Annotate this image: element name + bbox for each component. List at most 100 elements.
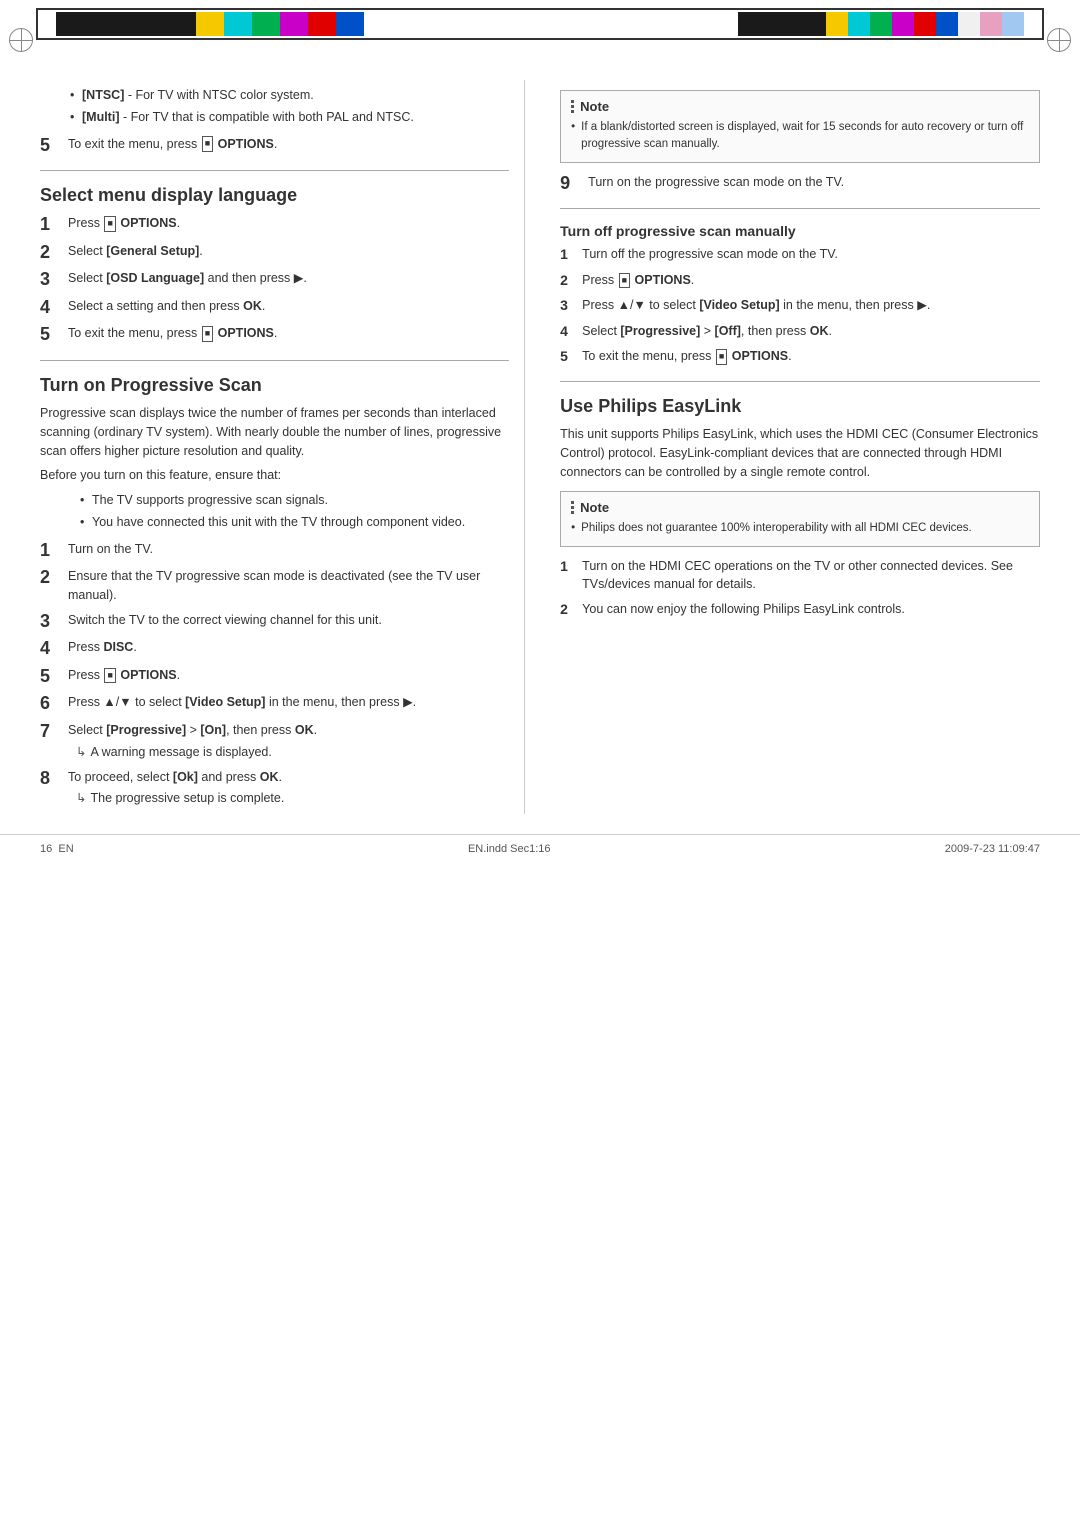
step-text: Press ■ OPTIONS.	[68, 666, 180, 685]
step-text: Press ■ OPTIONS.	[582, 271, 694, 290]
left-column: [NTSC] - For TV with NTSC color system. …	[40, 80, 525, 814]
step-text: To exit the menu, press ■ OPTIONS.	[582, 347, 791, 366]
step-text: Select a setting and then press OK.	[68, 297, 265, 316]
section-title-language: Select menu display language	[40, 185, 509, 206]
step-num: 1	[560, 245, 582, 265]
step-text: Select [Progressive] > [On], then press …	[68, 721, 317, 762]
footer-date-info: 2009-7-23 11:09:47	[945, 843, 1040, 855]
lang-step-5: 5 To exit the menu, press ■ OPTIONS.	[40, 324, 509, 346]
prog-step-8: 8 To proceed, select [Ok] and press OK. …	[40, 768, 509, 809]
step-num: 3	[560, 296, 582, 316]
initial-bullets: [NTSC] - For TV with NTSC color system. …	[70, 86, 509, 127]
step-text: Select [General Setup].	[68, 242, 203, 261]
bullet-connected: You have connected this unit with the TV…	[80, 513, 509, 532]
prog-step-4: 4 Press DISC.	[40, 638, 509, 660]
step-text: Press ▲/▼ to select [Video Setup] in the…	[582, 296, 930, 315]
turnoff-step-5: 5 To exit the menu, press ■ OPTIONS.	[560, 347, 1040, 367]
step-num: 2	[40, 242, 68, 264]
step-text: Turn on the HDMI CEC operations on the T…	[582, 557, 1040, 595]
step-text: To exit the menu, press ■ OPTIONS.	[68, 135, 277, 154]
note-icon	[571, 100, 574, 113]
prog-step-2: 2 Ensure that the TV progressive scan mo…	[40, 567, 509, 605]
turnoff-step-3: 3 Press ▲/▼ to select [Video Setup] in t…	[560, 296, 1040, 316]
before-text: Before you turn on this feature, ensure …	[40, 466, 509, 485]
turnoff-step-4: 4 Select [Progressive] > [Off], then pre…	[560, 322, 1040, 342]
step-text: Turn off the progressive scan mode on th…	[582, 245, 838, 264]
section-title-turnoff: Turn off progressive scan manually	[560, 223, 1040, 239]
page-footer: 16 EN EN.indd Sec1:16 2009-7-23 11:09:47	[0, 834, 1080, 863]
easylink-step-2: 2 You can now enjoy the following Philip…	[560, 600, 1040, 620]
step-text: Ensure that the TV progressive scan mode…	[68, 567, 509, 605]
step-num: 4	[560, 322, 582, 342]
reg-mark-right	[1046, 27, 1072, 53]
section-title-progressive: Turn on Progressive Scan	[40, 375, 509, 396]
step-num: 3	[40, 269, 68, 291]
step-num: 4	[40, 638, 68, 660]
note-item: If a blank/distorted screen is displayed…	[571, 119, 1029, 154]
step-num: 9	[560, 173, 588, 195]
footer-file-info: EN.indd Sec1:16	[468, 843, 551, 855]
step-text: Press DISC.	[68, 638, 137, 657]
prog-step-5: 5 Press ■ OPTIONS.	[40, 666, 509, 688]
step-text: Select [OSD Language] and then press ▶.	[68, 269, 307, 288]
right-color-strip	[738, 12, 1024, 36]
section-title-easylink: Use Philips EasyLink	[560, 396, 1040, 417]
prog-step-7: 7 Select [Progressive] > [On], then pres…	[40, 721, 509, 762]
left-color-strip	[56, 12, 364, 36]
lang-step-3: 3 Select [OSD Language] and then press ▶…	[40, 269, 509, 291]
turnoff-step-2: 2 Press ■ OPTIONS.	[560, 271, 1040, 291]
note-item-2: Philips does not guarantee 100% interope…	[571, 520, 1029, 537]
right-step-9: 9 Turn on the progressive scan mode on t…	[560, 173, 1040, 195]
prog-step-3: 3 Switch the TV to the correct viewing c…	[40, 611, 509, 633]
reg-mark-left	[8, 27, 34, 53]
note-icon-2	[571, 501, 574, 514]
lang-step-4: 4 Select a setting and then press OK.	[40, 297, 509, 319]
step-num: 3	[40, 611, 68, 633]
easylink-step-1: 1 Turn on the HDMI CEC operations on the…	[560, 557, 1040, 595]
bullet-tv-supports: The TV supports progressive scan signals…	[80, 491, 509, 510]
step-num: 2	[560, 600, 582, 620]
note-header: Note	[571, 99, 1029, 114]
footer-page-num: 16 EN	[40, 843, 74, 855]
page-header	[0, 0, 1080, 80]
step-num: 5	[40, 135, 68, 157]
note-text: If a blank/distorted screen is displayed…	[571, 119, 1029, 154]
page: [NTSC] - For TV with NTSC color system. …	[0, 0, 1080, 1527]
divider-1	[40, 170, 509, 171]
bullet-ntsc: [NTSC] - For TV with NTSC color system.	[70, 86, 509, 105]
step-text: Press ■ OPTIONS.	[68, 214, 180, 233]
step-text: Switch the TV to the correct viewing cha…	[68, 611, 382, 630]
prog-step-6: 6 Press ▲/▼ to select [Video Setup] in t…	[40, 693, 509, 715]
step-num: 6	[40, 693, 68, 715]
main-content: [NTSC] - For TV with NTSC color system. …	[0, 80, 1080, 814]
step-num: 5	[560, 347, 582, 367]
step-text: To exit the menu, press ■ OPTIONS.	[68, 324, 277, 343]
prog-step-1: 1 Turn on the TV.	[40, 540, 509, 562]
step-num: 1	[560, 557, 582, 577]
step-text: Press ▲/▼ to select [Video Setup] in the…	[68, 693, 416, 712]
step-num: 4	[40, 297, 68, 319]
note-label: Note	[580, 99, 609, 114]
bullet-multi: [Multi] - For TV that is compatible with…	[70, 108, 509, 127]
step-text: Turn on the progressive scan mode on the…	[588, 173, 844, 192]
lang-step-2: 2 Select [General Setup].	[40, 242, 509, 264]
before-bullets: The TV supports progressive scan signals…	[80, 491, 509, 532]
note-box-2: Note Philips does not guarantee 100% int…	[560, 491, 1040, 546]
progressive-intro: Progressive scan displays twice the numb…	[40, 404, 509, 460]
note-box-1: Note If a blank/distorted screen is disp…	[560, 90, 1040, 163]
easylink-intro: This unit supports Philips EasyLink, whi…	[560, 425, 1040, 481]
step-exit-initial: 5 To exit the menu, press ■ OPTIONS.	[40, 135, 509, 157]
step-num: 5	[40, 666, 68, 688]
step-text: To proceed, select [Ok] and press OK. ↳T…	[68, 768, 284, 809]
step-num: 1	[40, 214, 68, 236]
step-num: 2	[40, 567, 68, 589]
divider-right-2	[560, 381, 1040, 382]
step-num: 8	[40, 768, 68, 790]
step-num: 1	[40, 540, 68, 562]
step-num: 2	[560, 271, 582, 291]
right-column: Note If a blank/distorted screen is disp…	[555, 80, 1040, 814]
divider-right-1	[560, 208, 1040, 209]
turnoff-step-1: 1 Turn off the progressive scan mode on …	[560, 245, 1040, 265]
step-num: 5	[40, 324, 68, 346]
step-text: You can now enjoy the following Philips …	[582, 600, 905, 619]
